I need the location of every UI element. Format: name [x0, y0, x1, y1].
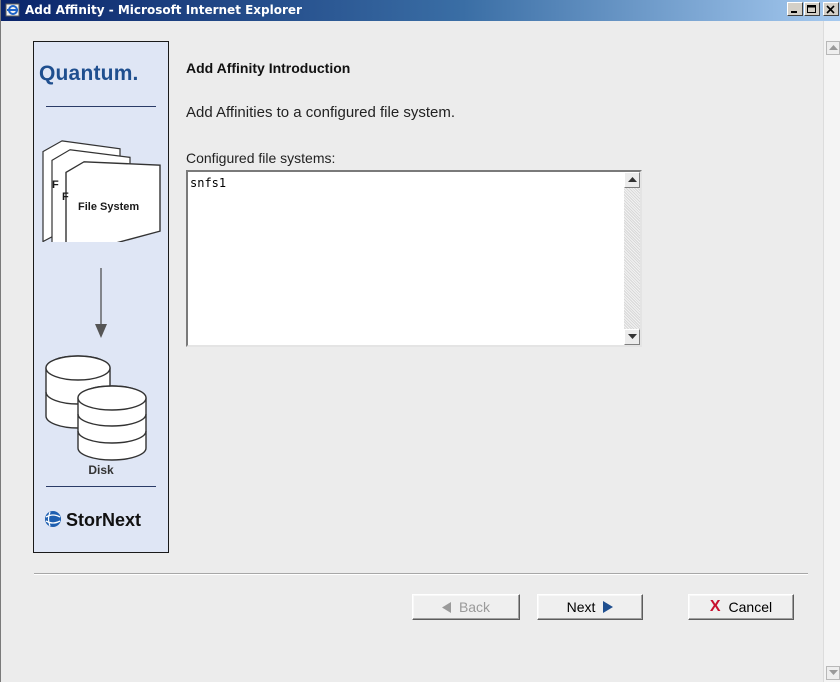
internet-explorer-icon — [5, 3, 20, 17]
scroll-up-button[interactable] — [826, 41, 840, 55]
arrow-up-icon — [628, 177, 637, 182]
back-button[interactable]: Back — [412, 594, 520, 620]
minimize-icon — [791, 11, 797, 13]
page-scrollbar[interactable] — [823, 21, 840, 682]
arrow-right-icon — [603, 601, 614, 613]
list-item[interactable]: snfs1 — [190, 176, 226, 190]
window-title: Add Affinity - Microsoft Internet Explor… — [25, 3, 302, 17]
close-icon — [826, 5, 835, 14]
title-bar[interactable]: Add Affinity - Microsoft Internet Explor… — [1, 0, 840, 21]
button-divider — [34, 573, 808, 575]
stornext-label: StorNext — [66, 510, 142, 530]
folder-label: File System — [78, 201, 139, 213]
stornext-globe-icon — [45, 511, 61, 527]
arrow-down-icon — [829, 670, 838, 675]
next-button-label: Next — [566, 599, 596, 615]
back-button-label: Back — [458, 599, 491, 615]
stornext-logo: StorNext — [44, 510, 141, 531]
file-systems-label: Configured file systems: — [186, 150, 336, 166]
arrow-down-icon — [628, 334, 637, 339]
page-title: Add Affinity Introduction — [186, 60, 351, 76]
maximize-icon — [807, 5, 816, 13]
cancel-button[interactable]: X Cancel — [688, 594, 794, 620]
arrow-up-icon — [829, 45, 838, 50]
file-system-folders-icon: F F File System — [42, 140, 161, 242]
sidebar-divider — [46, 106, 156, 107]
arrow-down-flow-icon — [95, 268, 107, 338]
listbox-scroll-up-button[interactable] — [624, 172, 640, 188]
listbox-scrollbar[interactable] — [624, 172, 640, 345]
minimize-button[interactable] — [787, 2, 803, 16]
listbox-scroll-down-button[interactable] — [624, 329, 640, 345]
maximize-button[interactable] — [804, 2, 820, 16]
sidebar-divider-bottom — [46, 486, 156, 487]
disk-label: Disk — [88, 463, 114, 477]
next-button[interactable]: Next — [537, 594, 643, 620]
arrow-left-icon — [441, 601, 451, 613]
cancel-button-label: Cancel — [728, 599, 773, 615]
intro-text: Add Affinities to a configured file syst… — [186, 104, 456, 121]
folder-label-partial-2: F — [62, 191, 69, 203]
quantum-logo: Quantum. — [39, 62, 139, 85]
folder-label-partial-1: F — [52, 179, 59, 191]
cancel-x-icon: X — [709, 598, 721, 615]
browser-window: Add Affinity - Microsoft Internet Explor… — [0, 0, 840, 682]
file-systems-listbox[interactable]: snfs1 — [186, 170, 642, 347]
wizard-sidebar: Quantum. F F File System Disk StorNext — [33, 41, 169, 553]
scroll-down-button[interactable] — [826, 666, 840, 680]
close-button[interactable] — [823, 2, 839, 16]
disk-stack-icon — [45, 355, 147, 461]
